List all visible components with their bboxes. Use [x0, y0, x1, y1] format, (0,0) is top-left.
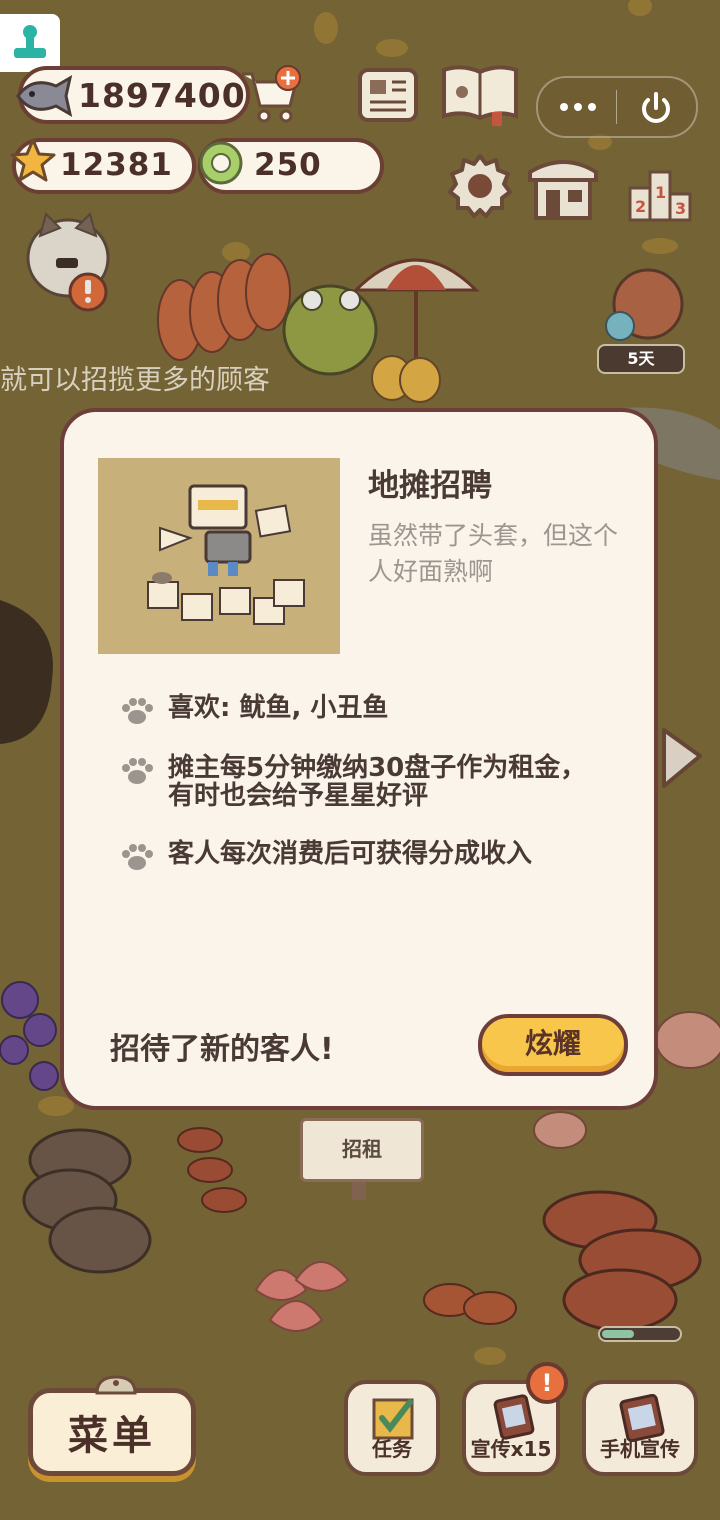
star-icon	[10, 138, 56, 182]
plate-count: 250	[254, 147, 322, 183]
promote-label: 宣传x15	[470, 1437, 552, 1461]
fish-count: 1897400	[78, 76, 246, 115]
fish-icon	[16, 75, 73, 117]
app-badge[interactable]	[0, 14, 60, 72]
task-button[interactable]: 任务	[344, 1380, 440, 1476]
paw-icon	[122, 698, 153, 724]
new-guest-text: 招待了新的客人!	[110, 1032, 334, 1067]
for-rent-sign[interactable]: 招租	[300, 1118, 424, 1182]
dialog-title: 地摊招聘	[368, 468, 492, 504]
dialog-description: 虽然带了头套，但这个人好面熟啊	[368, 521, 619, 586]
svg-text:3: 3	[675, 199, 686, 218]
phone-promote-label: 手机宣传	[600, 1437, 680, 1461]
ranking-podium-icon[interactable]: 2 1 3	[626, 164, 694, 224]
joystick-icon	[14, 25, 46, 58]
paw-icon	[122, 844, 153, 870]
shop-cart-icon[interactable]	[236, 62, 304, 126]
clipboard-clip-icon	[95, 1375, 137, 1395]
masked-vendor-image	[147, 484, 305, 625]
feature-text: 摊主每5分钟缴纳30盘子作为租金，有时也会给予星星好评	[168, 753, 587, 811]
vendor-illustration	[98, 458, 340, 654]
svg-text:2: 2	[635, 197, 646, 216]
plate-icon	[199, 141, 243, 185]
stall-recruit-dialog: 地摊招聘 虽然带了头套，但这个人好面熟啊 喜欢: 鱿鱼, 小丑鱼 摊主每5分钟缴…	[60, 408, 658, 1110]
paw-icon	[122, 758, 153, 784]
settings-gear-icon[interactable]	[446, 152, 514, 220]
phone-promote-button[interactable]: 手机宣传	[582, 1380, 698, 1476]
svg-text:1: 1	[655, 183, 666, 202]
task-label: 任务	[372, 1437, 412, 1461]
hint-text: 就可以招揽更多的顾客	[0, 365, 270, 396]
power-icon[interactable]	[636, 88, 676, 128]
promote-alert-badge: !	[526, 1362, 568, 1404]
mini-program-capsule	[536, 76, 698, 138]
more-icon[interactable]	[556, 98, 600, 116]
progress-fill	[602, 1330, 634, 1338]
stall-progress-bar	[598, 1326, 682, 1342]
feature-text: 客人每次消费后可获得分成收入	[168, 839, 533, 869]
feature-text: 喜欢: 鱿鱼, 小丑鱼	[168, 693, 389, 723]
menu-label: 菜单	[68, 1413, 156, 1459]
days-badge: 5天	[597, 344, 685, 374]
menu-button[interactable]: 菜单	[28, 1375, 196, 1476]
star-count: 12381	[60, 147, 173, 183]
shop-stall-icon[interactable]	[524, 152, 602, 224]
catalog-book-icon[interactable]	[440, 62, 520, 126]
newspaper-icon[interactable]	[356, 64, 420, 124]
show-off-button[interactable]: 炫耀	[478, 1014, 628, 1076]
